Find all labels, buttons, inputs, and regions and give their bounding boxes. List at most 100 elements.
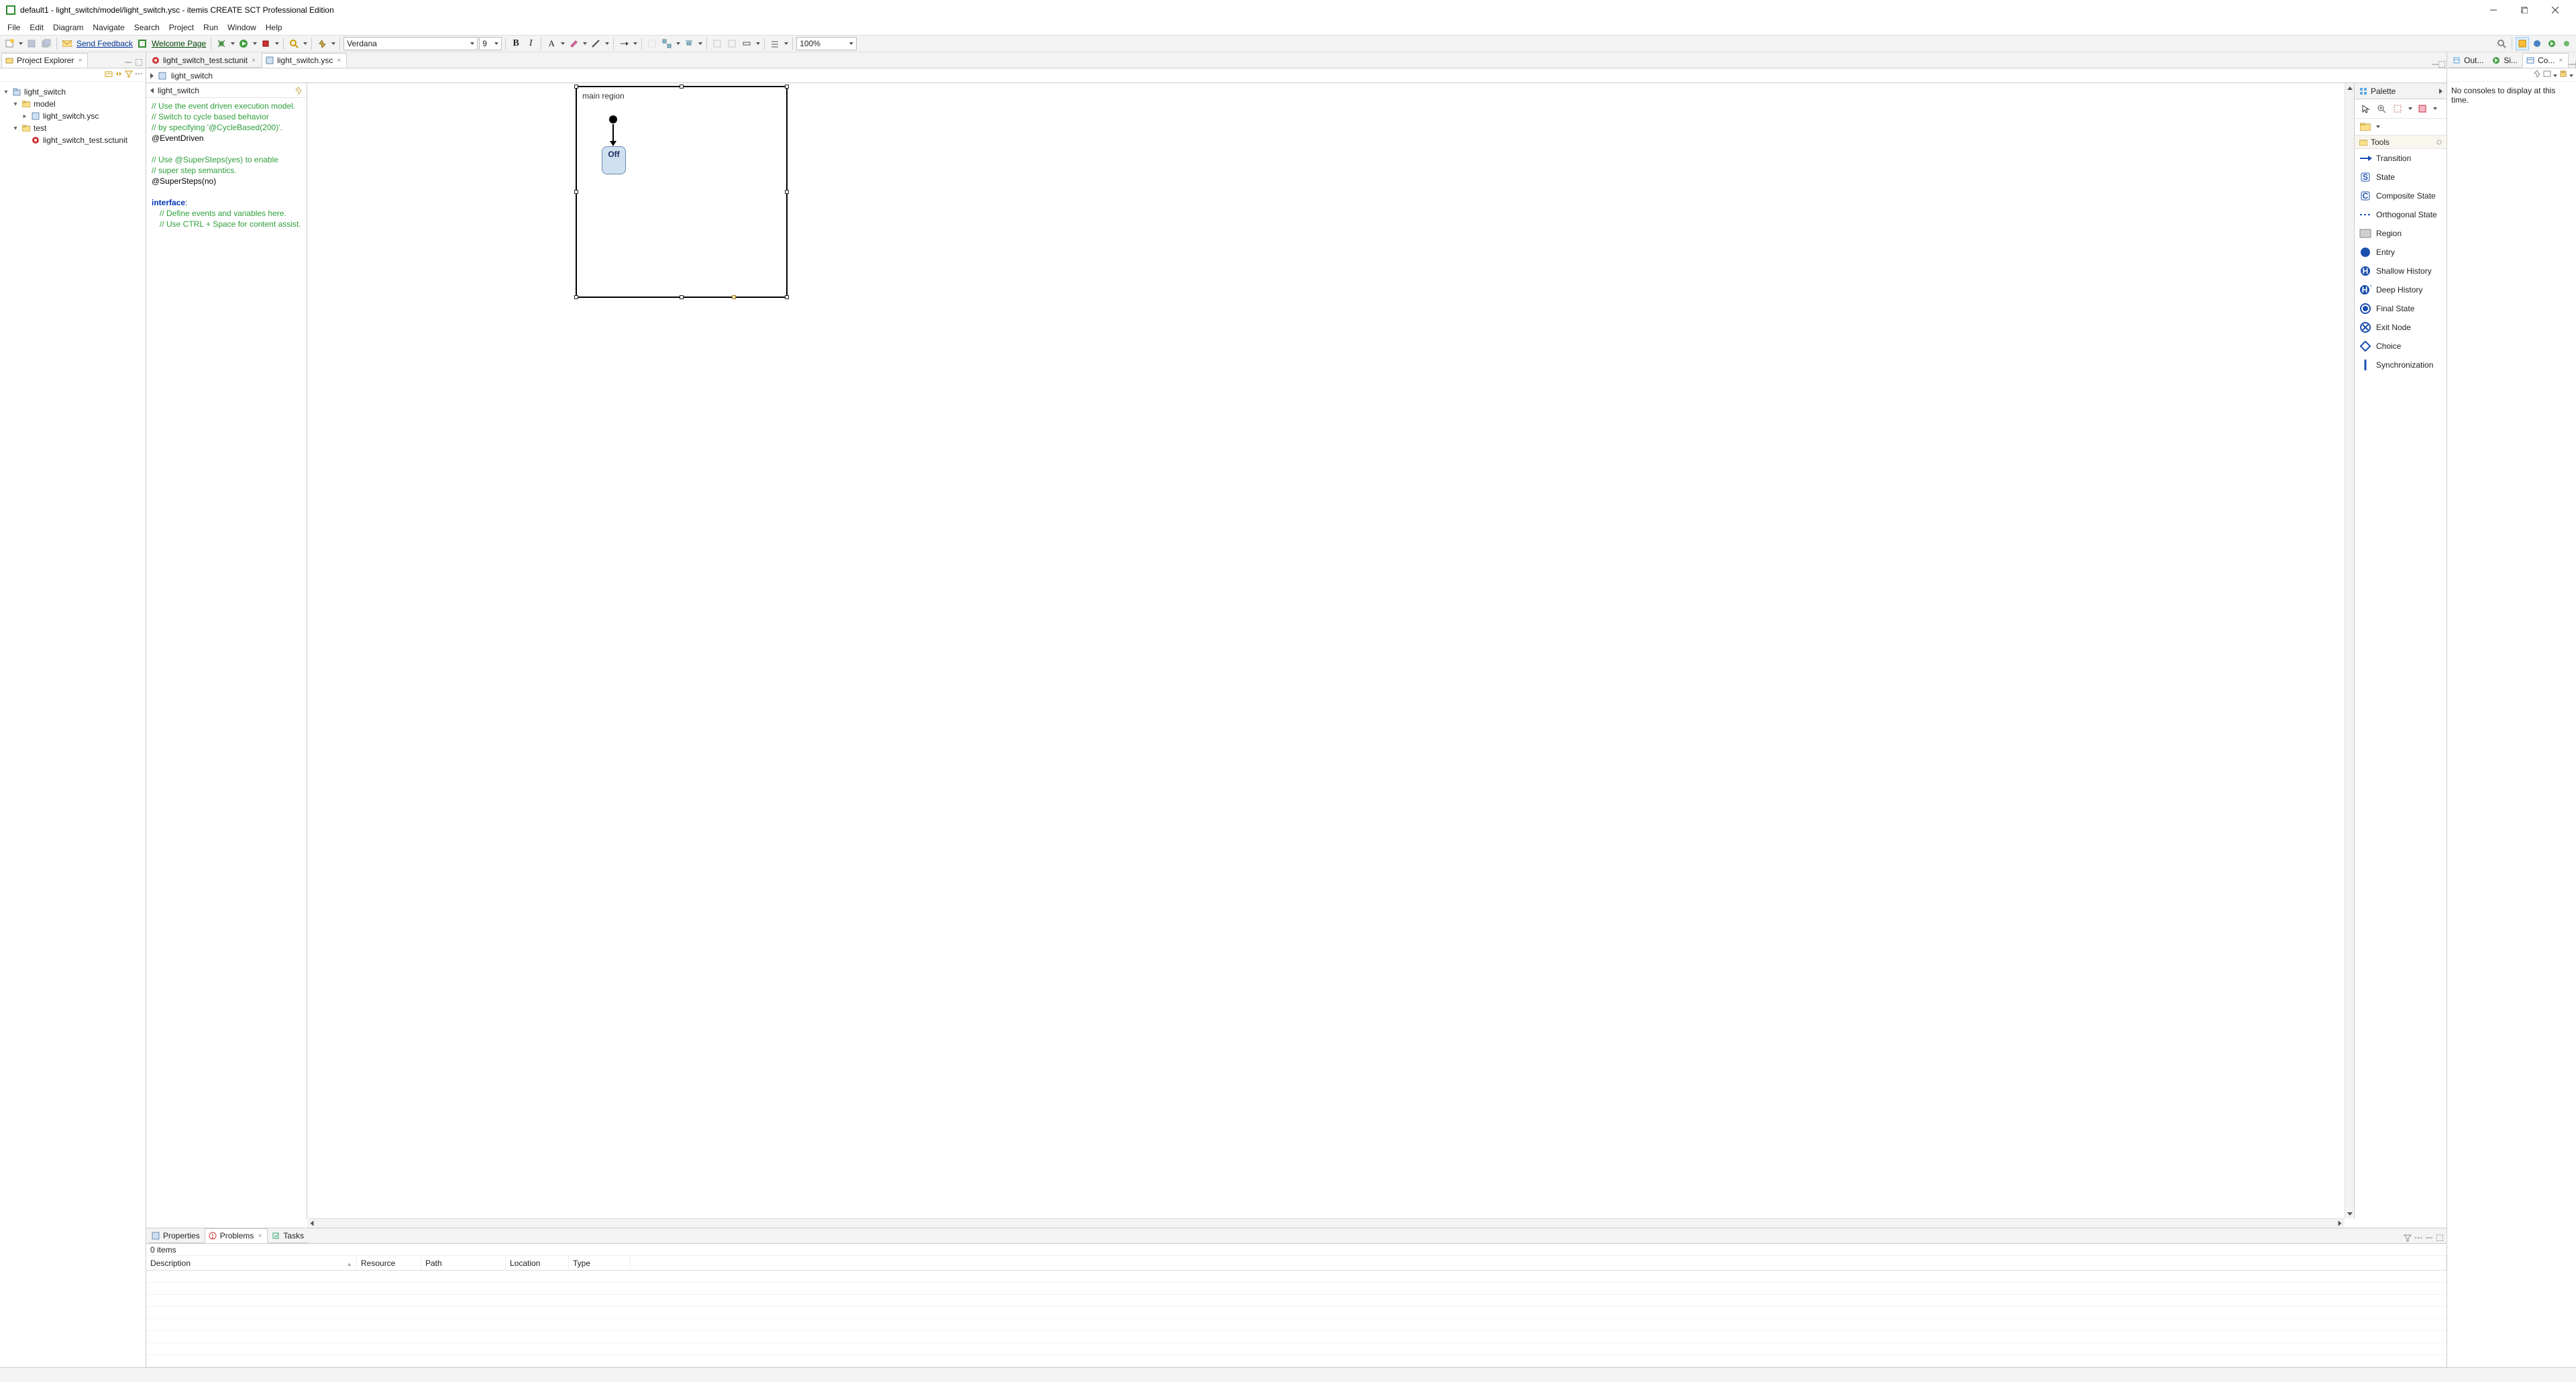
- palette-header[interactable]: Palette: [2355, 83, 2447, 99]
- palette-folder-tool[interactable]: [2359, 120, 2372, 134]
- tree-project[interactable]: ▾light_switch: [3, 86, 143, 98]
- palette-folder-dropdown[interactable]: [2375, 120, 2381, 134]
- palette-tool-sync[interactable]: Synchronization: [2355, 356, 2447, 374]
- filter-problems-icon[interactable]: [2402, 1232, 2413, 1243]
- save-all-button[interactable]: [40, 37, 53, 50]
- palette-tool-composite[interactable]: CComposite State: [2355, 187, 2447, 205]
- palette-tool-exitnode[interactable]: Exit Node: [2355, 318, 2447, 337]
- autosize-button[interactable]: [725, 37, 739, 50]
- project-explorer-tab[interactable]: Project Explorer ×: [1, 53, 88, 68]
- breadcrumb[interactable]: light_switch: [146, 68, 2447, 83]
- line-color-dropdown[interactable]: [604, 42, 610, 45]
- palette-marquee-dropdown[interactable]: [2407, 102, 2413, 115]
- font-size-select[interactable]: 9: [479, 37, 502, 50]
- send-feedback-link[interactable]: Send Feedback: [75, 39, 134, 48]
- minimize-view-icon[interactable]: [2569, 61, 2575, 68]
- collapse-all-icon[interactable]: [105, 70, 113, 80]
- bottom-tab-problems[interactable]: Problems×: [205, 1228, 268, 1243]
- palette-tool-finalstate[interactable]: Final State: [2355, 299, 2447, 318]
- italic-button[interactable]: I: [524, 37, 537, 50]
- font-color-dropdown[interactable]: [559, 42, 566, 45]
- menu-project[interactable]: Project: [164, 21, 199, 34]
- menu-diagram[interactable]: Diagram: [48, 21, 88, 34]
- entry-node[interactable]: [609, 115, 617, 123]
- bottom-tab-properties[interactable]: Properties: [148, 1228, 205, 1243]
- external-tools-dropdown[interactable]: [274, 42, 280, 45]
- palette-collapse-icon[interactable]: [2439, 89, 2443, 94]
- palette-tool-orthogonal[interactable]: Orthogonal State: [2355, 205, 2447, 224]
- console-new-icon[interactable]: +: [2559, 70, 2567, 80]
- defpane-collapse-icon[interactable]: [150, 88, 154, 93]
- select-all-button[interactable]: [645, 37, 659, 50]
- close-icon[interactable]: ×: [250, 57, 257, 64]
- canvas-horizontal-scrollbar[interactable]: [307, 1218, 2345, 1228]
- region-container[interactable]: main region Off: [576, 86, 788, 298]
- align-dropdown[interactable]: [697, 42, 703, 45]
- console-open-dropdown[interactable]: [2553, 70, 2557, 80]
- close-button[interactable]: [2540, 0, 2571, 20]
- view-menu-icon[interactable]: [2413, 1232, 2424, 1243]
- palette-tool-region[interactable]: Region: [2355, 224, 2447, 243]
- problems-table[interactable]: Description▴ResourcePathLocationType: [146, 1256, 2447, 1367]
- palette-tool-state[interactable]: SState: [2355, 168, 2447, 187]
- palette-tool-choice[interactable]: Choice: [2355, 337, 2447, 356]
- minimize-button[interactable]: [2478, 0, 2509, 20]
- zoom-select[interactable]: 100%: [796, 37, 857, 50]
- definition-editor[interactable]: // Use the event driven execution model.…: [146, 98, 307, 1218]
- defpane-pin-icon[interactable]: [294, 87, 303, 95]
- perspective-sc-sim[interactable]: [2530, 37, 2544, 50]
- arrange-dropdown[interactable]: [675, 42, 681, 45]
- console-new-dropdown[interactable]: [2569, 70, 2573, 80]
- close-icon[interactable]: ×: [76, 57, 83, 64]
- menu-window[interactable]: Window: [223, 21, 261, 34]
- editor-tab-0[interactable]: light_switch_test.sctunit×: [148, 53, 262, 68]
- arrange-button[interactable]: [660, 37, 674, 50]
- menu-search[interactable]: Search: [129, 21, 164, 34]
- perspective-other[interactable]: [2560, 37, 2573, 50]
- palette-tool-deephist[interactable]: H*Deep History: [2355, 280, 2447, 299]
- makesame-button[interactable]: [740, 37, 753, 50]
- welcome-icon[interactable]: [136, 37, 149, 50]
- makesame-dropdown[interactable]: [755, 42, 761, 45]
- palette-tool-transition[interactable]: Transition: [2355, 149, 2447, 168]
- pin-button[interactable]: [315, 37, 329, 50]
- font-family-select[interactable]: Verdana: [343, 37, 478, 50]
- layout-dropdown[interactable]: [783, 42, 789, 45]
- tree-folder-model[interactable]: ▾model: [3, 98, 143, 110]
- quick-access-button[interactable]: [2495, 37, 2508, 50]
- diagram-canvas[interactable]: main region Off: [307, 83, 2345, 1218]
- close-icon[interactable]: ×: [256, 1232, 263, 1239]
- fill-color-dropdown[interactable]: [582, 42, 588, 45]
- perspective-sc-modeling[interactable]: [2516, 37, 2529, 50]
- menu-navigate[interactable]: Navigate: [88, 21, 129, 34]
- bottom-tab-tasks[interactable]: Tasks: [268, 1228, 309, 1243]
- maximize-view-icon[interactable]: [133, 57, 144, 68]
- font-color-button[interactable]: A: [545, 37, 558, 50]
- search-dropdown[interactable]: [302, 42, 308, 45]
- close-icon[interactable]: ×: [2557, 57, 2564, 64]
- maximize-button[interactable]: [2509, 0, 2540, 20]
- canvas-vertical-scrollbar[interactable]: [2345, 83, 2354, 1218]
- router-dropdown[interactable]: [632, 42, 638, 45]
- perspective-debug[interactable]: [2545, 37, 2559, 50]
- column-resource[interactable]: Resource: [357, 1256, 421, 1270]
- new-button[interactable]: [3, 37, 16, 50]
- right-tab-2[interactable]: Co...×: [2522, 53, 2569, 68]
- palette-tools-category[interactable]: Tools: [2355, 136, 2447, 149]
- minimize-view-icon[interactable]: [2424, 1232, 2434, 1243]
- column-description[interactable]: Description▴: [146, 1256, 357, 1270]
- save-button[interactable]: [25, 37, 38, 50]
- menu-file[interactable]: File: [3, 21, 25, 34]
- run-button[interactable]: [237, 37, 250, 50]
- editor-tab-1[interactable]: light_switch.ysc×: [262, 53, 347, 68]
- right-tab-1[interactable]: Si...: [2488, 53, 2522, 68]
- menu-help[interactable]: Help: [261, 21, 287, 34]
- close-icon[interactable]: ×: [335, 57, 342, 64]
- bold-button[interactable]: B: [509, 37, 523, 50]
- welcome-page-link[interactable]: Welcome Page: [150, 39, 207, 48]
- run-dropdown[interactable]: [252, 42, 258, 45]
- maximize-view-icon[interactable]: [2434, 1232, 2445, 1243]
- column-type[interactable]: Type: [569, 1256, 631, 1270]
- link-editor-icon[interactable]: [115, 70, 123, 80]
- layout-button[interactable]: [768, 37, 782, 50]
